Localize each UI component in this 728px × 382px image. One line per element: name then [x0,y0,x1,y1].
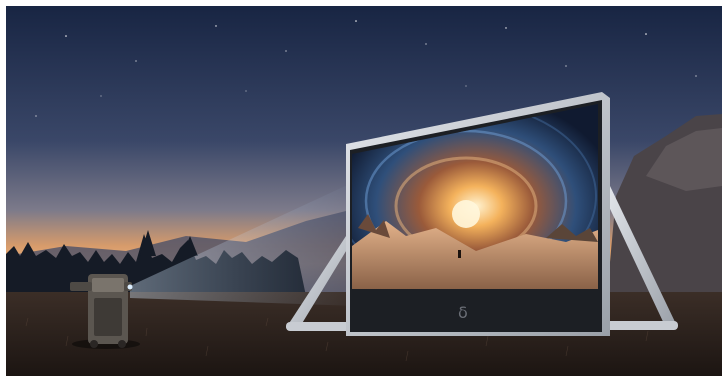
photo-frame: δ [6,6,722,376]
brand-logo: δ [458,303,468,322]
person-silhouette [458,250,461,258]
scene: δ [6,6,722,376]
